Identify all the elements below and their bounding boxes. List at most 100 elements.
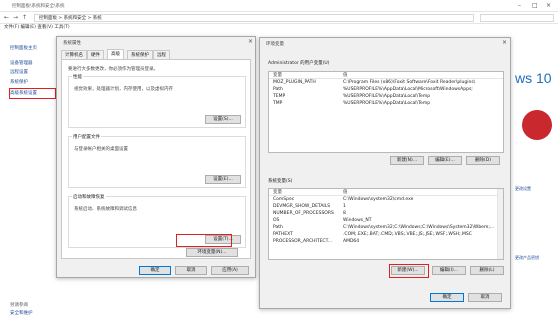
menu-bar[interactable]: 文件(F) 编辑(E) 查看(V) 工具(T): [0, 24, 558, 33]
change-settings-link[interactable]: 更改设置: [515, 186, 531, 192]
group-desc: 系统启动、系统故障和调试信息: [74, 207, 137, 212]
tab-computer-name[interactable]: 计算机名: [61, 50, 87, 59]
address-text: 控制面板 > 系统和安全 > 系统: [39, 16, 102, 21]
var-name: Path: [273, 87, 283, 92]
user-vars-label: Administrator 的用户变量(U): [268, 61, 330, 66]
var-value: %USERPROFILE%\AppData\Local\Temp: [343, 101, 431, 106]
address-input[interactable]: 控制面板 > 系统和安全 > 系统: [34, 14, 474, 22]
tab-panel-advanced: 要进行大多数更改，你必须作为管理员登录。 性能 视觉效果，处理器计划，内存使用，…: [61, 59, 251, 259]
col-var: 变量: [273, 73, 282, 78]
system-properties-dialog: 系统属性 × 计算机名 硬件 高级 系统保护 远程 要进行大多数更改，你必须作为…: [56, 36, 256, 278]
highlight-box: [9, 88, 56, 99]
admin-note: 要进行大多数更改，你必须作为管理员登录。: [68, 67, 158, 72]
col-val: 值: [343, 73, 348, 78]
maximize-icon[interactable]: □: [532, 2, 538, 9]
var-name: TMP: [273, 101, 283, 106]
tab-remote[interactable]: 远程: [153, 50, 170, 59]
table-row[interactable]: NUMBER_OF_PROCESSORS 8: [269, 210, 503, 217]
table-row[interactable]: MOZ_PLUGIN_PATH C:\Program Files (x86)\Fo…: [269, 79, 503, 86]
col-val: 值: [343, 190, 348, 195]
cancel-button[interactable]: 取消: [468, 293, 502, 302]
list-header: 变量 值: [269, 189, 503, 196]
var-value: Windows_NT: [343, 218, 372, 223]
close-icon[interactable]: ×: [502, 39, 507, 46]
user-delete-button[interactable]: 删除(D): [466, 156, 500, 165]
table-row[interactable]: DEVMGR_SHOW_DETAILS 1: [269, 203, 503, 210]
apply-button[interactable]: 应用(A): [211, 266, 249, 275]
table-row[interactable]: PROCESSOR_ARCHITECT... AMD64: [269, 238, 503, 245]
performance-group: 性能 视觉效果，处理器计划，内存使用，以及虚拟内存 设置(S)...: [68, 74, 246, 128]
system-vars-list[interactable]: 变量 值 ComSpec C:\Windows\system32\cmd.exe …: [268, 188, 504, 260]
group-desc: 视觉效果，处理器计划，内存使用，以及虚拟内存: [74, 87, 173, 92]
window-titlebar: 控制面板\系统和安全\系统 – □ ×: [0, 0, 558, 12]
table-row[interactable]: Path %USERPROFILE%\AppData\Local\Microsof…: [269, 86, 503, 93]
var-value: %USERPROFILE%\AppData\Local\Temp: [343, 94, 431, 99]
menu-items[interactable]: 文件(F) 编辑(E) 查看(V) 工具(T): [4, 25, 70, 30]
user-new-button[interactable]: 新建(N)...: [390, 156, 424, 165]
user-vars-list[interactable]: 变量 值 MOZ_PLUGIN_PATH C:\Program Files (x8…: [268, 71, 504, 153]
security-maintenance-link[interactable]: 安全和维护: [10, 310, 33, 316]
table-row[interactable]: ComSpec C:\Windows\system32\cmd.exe: [269, 196, 503, 203]
highlight-box: [389, 264, 429, 278]
ok-button[interactable]: 确定: [139, 266, 171, 275]
control-panel-home-link[interactable]: 控制面板主页: [10, 45, 37, 51]
table-row[interactable]: TEMP %USERPROFILE%\AppData\Local\Temp: [269, 93, 503, 100]
var-name: DEVMGR_SHOW_DETAILS: [273, 204, 331, 209]
tab-system-protection[interactable]: 系统保护: [127, 50, 153, 59]
group-title: 性能: [72, 74, 83, 80]
list-header: 变量 值: [269, 72, 503, 79]
close-icon[interactable]: ×: [546, 2, 551, 9]
var-value: 1: [343, 204, 346, 209]
user-profiles-group: 用户配置文件 与登录帐户相关的桌面设置 设置(E)...: [68, 134, 246, 188]
oem-logo-icon: [522, 110, 552, 140]
var-name: OS: [273, 218, 280, 223]
cancel-button[interactable]: 取消: [175, 266, 207, 275]
var-value: AMD64: [343, 239, 360, 244]
var-value: .COM;.EXE;.BAT;.CMD;.VBS;.VBE;.JS;.JSE;.…: [343, 232, 472, 237]
var-name: PATHEXT: [273, 232, 293, 237]
dialog-title: 系统属性: [63, 41, 81, 46]
user-edit-button[interactable]: 编辑(E)...: [428, 156, 462, 165]
system-delete-button[interactable]: 删除(L): [470, 266, 504, 275]
table-row[interactable]: TMP %USERPROFILE%\AppData\Local\Temp: [269, 100, 503, 107]
environment-variables-dialog: 环境变量 × Administrator 的用户变量(U) 变量 值 MOZ_P…: [259, 37, 511, 309]
side-panel: [0, 33, 56, 327]
col-var: 变量: [273, 190, 282, 195]
change-product-key-link[interactable]: 更改产品密钥: [515, 255, 539, 261]
ok-button[interactable]: 确定: [430, 293, 464, 302]
table-row[interactable]: PATHEXT .COM;.EXE;.BAT;.CMD;.VBS;.VBE;.JS…: [269, 231, 503, 238]
search-input[interactable]: [480, 14, 554, 22]
var-value: 8: [343, 211, 346, 216]
system-vars-label: 系统变量(S): [268, 179, 293, 184]
table-row[interactable]: Path C:\Windows\system32;C:\Windows;C:\Wi…: [269, 224, 503, 231]
tab-advanced[interactable]: 高级: [107, 49, 124, 59]
var-value: C:\Windows\system32;C:\Windows;C:\Window…: [343, 225, 495, 230]
var-name: NUMBER_OF_PROCESSORS: [273, 211, 334, 216]
windows-brand-text: ws 10: [515, 70, 552, 86]
window-title: 控制面板\系统和安全\系统: [12, 4, 65, 9]
close-icon[interactable]: ×: [248, 38, 253, 45]
tab-hardware[interactable]: 硬件: [87, 50, 104, 59]
var-name: TEMP: [273, 94, 286, 99]
minimize-icon[interactable]: –: [518, 2, 521, 9]
scrollbar[interactable]: [497, 189, 503, 259]
var-value: %USERPROFILE%\AppData\Local\Microsoft\Wi…: [343, 87, 473, 92]
remote-settings-link[interactable]: 远程设置: [10, 69, 28, 75]
system-protection-link[interactable]: 系统保护: [10, 79, 28, 85]
highlight-box: [176, 234, 232, 247]
forward-arrow-icon[interactable]: →: [13, 14, 18, 21]
var-name: ComSpec: [273, 197, 295, 202]
var-value: C:\Program Files (x86)\Foxit Software\Fo…: [343, 80, 476, 85]
environment-variables-button[interactable]: 环境变量(N)...: [186, 248, 238, 257]
device-manager-link[interactable]: 设备管理器: [10, 60, 33, 66]
group-title: 用户配置文件: [72, 134, 101, 140]
var-name: Path: [273, 225, 283, 230]
group-desc: 与登录帐户相关的桌面设置: [74, 147, 128, 152]
performance-settings-button[interactable]: 设置(S)...: [205, 115, 241, 124]
table-row[interactable]: OS Windows_NT: [269, 217, 503, 224]
back-arrow-icon[interactable]: ←: [4, 14, 9, 21]
up-arrow-icon[interactable]: ↑: [22, 14, 27, 21]
system-edit-button[interactable]: 编辑(I)...: [432, 266, 466, 275]
var-name: PROCESSOR_ARCHITECT...: [273, 239, 333, 244]
user-profiles-settings-button[interactable]: 设置(E)...: [205, 175, 241, 184]
